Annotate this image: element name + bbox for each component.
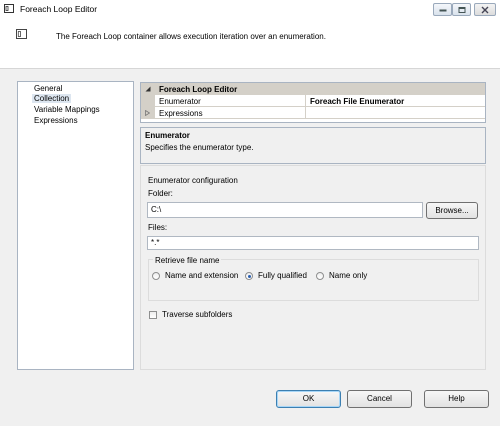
grid-property-name: Enumerator <box>159 96 201 106</box>
radio-selected-dot <box>247 274 251 278</box>
nav-item-general[interactable]: General <box>34 84 62 93</box>
files-input[interactable]: *.* <box>147 236 479 250</box>
enumerator-configuration-label: Enumerator configuration <box>148 176 238 185</box>
navigation-list: General Collection Variable Mappings Exp… <box>17 81 134 370</box>
grid-row-expressions[interactable]: Expressions <box>141 107 485 119</box>
dialog-header <box>0 20 500 68</box>
grid-property-value[interactable] <box>305 107 485 118</box>
app-icon <box>4 4 14 13</box>
maximize-button[interactable] <box>452 3 471 16</box>
nav-item-variable-mappings[interactable]: Variable Mappings <box>34 105 100 114</box>
folder-label: Folder: <box>148 189 173 198</box>
minimize-icon <box>439 9 446 11</box>
files-label: Files: <box>148 223 168 232</box>
nav-item-collection[interactable]: Collection <box>32 94 72 103</box>
name-and-extension-radio[interactable] <box>152 272 160 280</box>
title-bar: Foreach Loop Editor <box>0 0 500 21</box>
folder-input[interactable]: C:\ <box>147 202 423 218</box>
minimize-button[interactable] <box>433 3 452 16</box>
grid-row-enumerator[interactable]: Enumerator Foreach File Enumerator <box>141 95 485 107</box>
browse-button[interactable]: Browse... <box>426 202 478 219</box>
cancel-button[interactable]: Cancel <box>347 390 412 408</box>
close-icon <box>481 6 489 13</box>
window-title: Foreach Loop Editor <box>20 4 98 14</box>
description-text: Specifies the enumerator type. <box>145 143 254 152</box>
name-only-label[interactable]: Name only <box>329 271 367 280</box>
maximize-icon <box>458 6 465 13</box>
expand-triangle-icon[interactable] <box>145 110 150 116</box>
fully-qualified-radio[interactable] <box>245 272 253 280</box>
name-only-radio[interactable] <box>316 272 324 280</box>
nav-item-expressions[interactable]: Expressions <box>34 116 78 125</box>
name-and-extension-label[interactable]: Name and extension <box>165 271 238 280</box>
close-button[interactable] <box>474 3 496 16</box>
grid-property-name: Expressions <box>159 108 203 118</box>
ok-button[interactable]: OK <box>276 390 341 408</box>
description-title: Enumerator <box>145 131 190 140</box>
grid-property-value[interactable]: Foreach File Enumerator <box>305 95 485 106</box>
property-description-pane: Enumerator Specifies the enumerator type… <box>140 127 486 164</box>
help-button[interactable]: Help <box>424 390 489 408</box>
header-description: The Foreach Loop container allows execut… <box>56 32 326 41</box>
property-grid: Foreach Loop Editor Enumerator Foreach F… <box>140 82 486 123</box>
retrieve-file-name-group <box>148 259 479 301</box>
fully-qualified-label[interactable]: Fully qualified <box>258 271 307 280</box>
grid-category-label: Foreach Loop Editor <box>159 84 238 94</box>
retrieve-file-name-label: Retrieve file name <box>153 256 222 265</box>
traverse-subfolders-checkbox[interactable] <box>149 311 157 319</box>
traverse-subfolders-label[interactable]: Traverse subfolders <box>162 310 232 319</box>
header-icon <box>16 29 27 39</box>
grid-category-row[interactable]: Foreach Loop Editor <box>141 83 485 95</box>
grid-gutter <box>141 95 155 106</box>
collapse-triangle-icon[interactable] <box>145 86 151 92</box>
